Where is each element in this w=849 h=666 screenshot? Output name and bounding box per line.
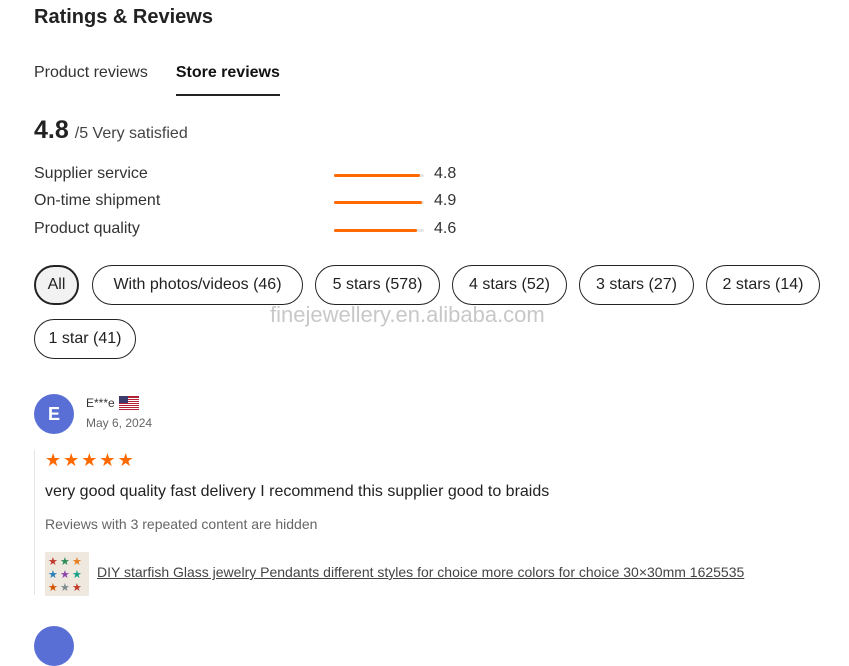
metric-bar-fill: [334, 229, 417, 232]
review-text: very good quality fast delivery I recomm…: [45, 483, 550, 500]
filter-chip-4-stars[interactable]: 4 stars (52): [452, 265, 567, 305]
metric-value: 4.6: [434, 220, 457, 237]
metric-product-quality: Product quality 4.6: [34, 220, 474, 242]
star-icon: ★: [45, 450, 62, 470]
star-rating: ★ ★ ★ ★ ★: [45, 450, 134, 471]
svg-text:★: ★: [72, 569, 82, 581]
svg-text:★: ★: [72, 556, 82, 568]
filter-chip-2-stars[interactable]: 2 stars (14): [706, 265, 820, 305]
filter-chip-with-photos[interactable]: With photos/videos (46): [92, 265, 303, 305]
metric-bar-fill: [334, 174, 421, 177]
tab-store-reviews[interactable]: Store reviews: [175, 64, 280, 96]
review-body: ★ ★ ★ ★ ★ very good quality fast deliver…: [34, 450, 815, 596]
filter-chip-all[interactable]: All: [34, 265, 79, 305]
avatar: E: [34, 394, 74, 434]
metric-supplier-service: Supplier service 4.8: [34, 165, 474, 187]
watermark: finejewellery.en.alibaba.com: [270, 302, 545, 327]
review-date: May 6, 2024: [86, 416, 153, 430]
product-thumbnail[interactable]: ★ ★ ★ ★ ★ ★ ★ ★ ★: [45, 552, 89, 596]
metric-value: 4.9: [434, 192, 457, 209]
filter-chip-5-stars[interactable]: 5 stars (578): [315, 265, 440, 305]
hidden-reviews-note: Reviews with 3 repeated content are hidd…: [45, 516, 318, 532]
star-icon: ★: [63, 450, 80, 470]
svg-text:★: ★: [48, 556, 58, 568]
star-icon: ★: [117, 450, 134, 470]
filter-chip-1-star[interactable]: 1 star (41): [34, 319, 136, 359]
overall-score-value: 4.8: [34, 116, 69, 144]
reviews-title: Ratings & Reviews: [34, 6, 213, 28]
star-icon: ★: [99, 450, 116, 470]
metric-label: On-time shipment: [34, 192, 161, 209]
svg-text:★: ★: [72, 582, 82, 594]
review-tabs: Product reviews Store reviews: [34, 64, 280, 96]
svg-text:★: ★: [60, 582, 70, 594]
star-icon: ★: [81, 450, 98, 470]
metric-label: Supplier service: [34, 165, 148, 182]
metric-bar-track: [334, 201, 424, 204]
metric-bar-track: [334, 229, 424, 232]
metric-label: Product quality: [34, 220, 140, 237]
svg-text:★: ★: [60, 569, 70, 581]
svg-text:★: ★: [60, 556, 70, 568]
metric-bar-fill: [334, 201, 423, 204]
reviewer-name: E***e: [86, 396, 139, 410]
svg-text:★: ★: [48, 569, 58, 581]
metric-on-time-shipment: On-time shipment 4.9: [34, 192, 474, 214]
us-flag-icon: [118, 396, 139, 410]
metric-value: 4.8: [434, 165, 457, 182]
overall-score: 4.8 /5 Very satisfied: [34, 116, 188, 145]
next-review-avatar: [34, 626, 74, 666]
overall-score-suffix: /5 Very satisfied: [74, 125, 188, 142]
svg-text:★: ★: [48, 582, 58, 594]
reviewer-name-text: E***e: [86, 396, 115, 410]
metric-bar-track: [334, 174, 424, 177]
tab-product-reviews[interactable]: Product reviews: [34, 64, 148, 96]
filter-chip-3-stars[interactable]: 3 stars (27): [579, 265, 694, 305]
product-link[interactable]: DIY starfish Glass jewelry Pendants diff…: [97, 564, 744, 580]
